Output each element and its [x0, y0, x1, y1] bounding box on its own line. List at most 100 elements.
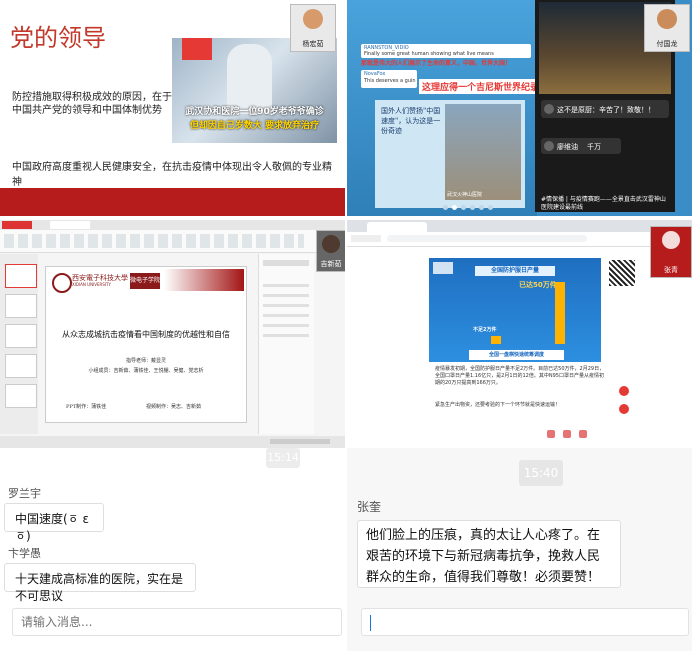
message-sender: 卞学愚 — [8, 547, 41, 560]
reply-text: This deserves a guinness record — [364, 78, 416, 84]
livestream-comment: 廖维油 千万 — [541, 138, 621, 154]
qr-code — [609, 260, 635, 286]
article-paragraph: 紧急生产出物资，还要考验的下一个环节就是快速运输！ — [435, 402, 561, 408]
participant-name: 杨宏茹 — [302, 40, 324, 48]
comment-translation: 那就是伟大的人们展示了生命的意义，中国，世界大国！ — [361, 60, 512, 67]
message-input[interactable] — [361, 608, 689, 636]
infographic-image: 全国防护服日产量 已达50万件 不足2万件 全国一盘棋快速统筹调度 — [429, 258, 601, 362]
ribbon-icons[interactable] — [4, 234, 304, 248]
slide-thumbnail[interactable] — [5, 354, 37, 378]
message-bubble[interactable]: 他们脸上的压痕，真的太让人心疼了。在艰苦的环境下与新冠病毒抗争，挽救人民群众的生… — [357, 520, 621, 588]
university-seal — [52, 273, 72, 293]
slide-thumbnails[interactable] — [0, 254, 38, 434]
faculty-logo: 微电子学院 — [130, 273, 160, 289]
avatar — [657, 9, 677, 29]
university-name-en: XIDIAN UNIVERSITY — [72, 282, 111, 287]
shared-slide-panel: 党的领导 防控措施取得积极成效的原因，在于 中国共产党的领导和中国体制优势 中国… — [0, 0, 345, 216]
like-icon[interactable] — [547, 430, 555, 438]
participant-name: 张青 — [664, 266, 678, 274]
comment-card: RANNSTON_VIDIO Finally some great human … — [361, 44, 531, 58]
livestream-comment-text: 这不是原厨：辛苦了！致敬！！ — [557, 106, 655, 114]
app-logo — [2, 221, 32, 229]
infographic-title: 全国防护服日产量 — [475, 266, 555, 276]
share-icon[interactable] — [619, 386, 629, 396]
url-field[interactable] — [387, 235, 587, 242]
participant-name: 吉新茹 — [320, 260, 342, 268]
slide-text-line: 中国共产党的领导和中国体制优势 — [12, 105, 162, 116]
slide-thumbnail[interactable] — [5, 264, 37, 288]
slide-text-line: 中国政府高度重视人民健康安全，在抗击疫情中体现出令人敬佩的专业精神 — [12, 162, 332, 188]
book-text: 国外人们赞扬"中国速度"，认为这是一份奇迹 — [381, 107, 441, 135]
chat-timestamp: 15:14 — [266, 448, 300, 468]
livestream-title: #情保播 | 与疫情赛跑——全景直击武汉雷神山医院建设最前线 — [541, 196, 666, 211]
bar-after — [555, 282, 565, 344]
news-logo — [182, 38, 212, 60]
browser-tab[interactable] — [367, 222, 427, 232]
participant-video[interactable]: 吉新茹 — [316, 230, 345, 272]
participant-video[interactable]: 杨宏茹 — [290, 4, 336, 52]
photo-caption: 武汉协和医院一位90岁老爷爷确诊 — [185, 107, 324, 117]
ppt-credit: PPT制作：蒲铁佳 — [66, 404, 107, 410]
bottom-toolbar[interactable] — [547, 430, 627, 440]
infographic-small-value: 不足2万件 — [473, 327, 497, 333]
slide-canvas[interactable]: 西安電子科技大學 XIDIAN UNIVERSITY 微电子学院 从众志成城抗击… — [45, 266, 247, 423]
inset-caption: 武汉火神山医院 — [447, 192, 483, 198]
bar-before — [491, 336, 501, 344]
favorite-icon[interactable] — [579, 430, 587, 438]
overlay-banner: 这理应得一个吉尼斯世界纪录 — [419, 79, 543, 94]
participant-name: 付国龙 — [656, 40, 678, 48]
browser-tabbar — [347, 220, 692, 232]
members-line: 小组成员：吉新茹、蒲铁佳、王悦棚、吴健、党志析 — [88, 368, 204, 374]
slide-title: 党的领导 — [10, 24, 106, 52]
zoom-slider[interactable] — [270, 439, 330, 444]
chat-panel-left: 15:14 罗兰宇 中国速度(ㆆ ε ㆆ) 卞学愚 十天建成高标准的医院，实在是… — [0, 448, 345, 651]
infographic-big-value: 已达50万件 — [519, 281, 557, 289]
header-stripe — [164, 269, 244, 291]
slide-thumbnail[interactable] — [5, 324, 37, 348]
home-icon[interactable] — [619, 404, 629, 414]
cctv-logo — [433, 262, 453, 274]
panel-header — [263, 260, 309, 266]
chat-timestamp: 15:40 — [519, 460, 563, 486]
avatar — [303, 9, 323, 29]
ribbon-toolbar[interactable] — [0, 230, 345, 253]
slide-footer-bar — [0, 188, 345, 216]
text-cursor — [370, 615, 371, 631]
reply-card: NovaFox This deserves a guinness record — [361, 70, 417, 88]
status-bar — [0, 436, 345, 448]
slide-indicator[interactable] — [443, 205, 493, 210]
participant-video[interactable]: 张青 — [650, 226, 692, 278]
message-sender: 张奎 — [357, 500, 382, 514]
participant-video[interactable]: 付国龙 — [644, 4, 690, 52]
comment-icon[interactable] — [563, 430, 571, 438]
avatar — [322, 235, 340, 253]
presentation-title: 从众志成城抗击疫情看中国制度的优越性和自信 — [62, 330, 230, 339]
photo-caption: 但却因自己岁数大 要求放弃治疗 — [189, 121, 320, 131]
infographic-footer: 全国一盘棋快速统筹调度 — [469, 350, 564, 360]
message-sender: 罗兰宇 — [8, 487, 41, 500]
properties-panel[interactable] — [258, 254, 314, 434]
message-bubble[interactable]: 十天建成高标准的医院，实在是不可思议 — [4, 563, 196, 603]
book-page: 国外人们赞扬"中国速度"，认为这是一份奇迹 武汉火神山医院 — [375, 100, 525, 208]
message-bubble[interactable]: 中国速度(ㆆ ε ㆆ) — [4, 503, 104, 543]
livestream-comment-text: 千万 — [587, 143, 601, 151]
article-paragraph: 疫情暴发初期，全国防护服日产量不足2万件。目前已达50万件，2月29日，全国口罩… — [435, 366, 605, 386]
document-tab[interactable] — [50, 221, 90, 229]
nav-buttons[interactable] — [351, 235, 381, 242]
message-input[interactable] — [12, 608, 342, 636]
livestream-comment-author: 廖维油 — [557, 143, 578, 151]
comment-text: Finally some great human showing what li… — [364, 51, 494, 57]
address-bar[interactable] — [347, 232, 692, 247]
video-credit: 视频制作：吴志、吉新茹 — [146, 404, 202, 410]
shared-video-panel: RANNSTON_VIDIO Finally some great human … — [347, 0, 692, 216]
panel-options[interactable] — [263, 284, 309, 344]
slide-thumbnail[interactable] — [5, 384, 37, 408]
shared-browser-panel: 全国防护服日产量 已达50万件 不足2万件 全国一盘棋快速统筹调度 疫情暴发初期… — [347, 220, 692, 448]
inset-photo: 武汉火神山医院 — [445, 104, 521, 200]
avatar — [662, 231, 680, 249]
livestream-comment: 这不是原厨：辛苦了！致敬！！ — [541, 100, 669, 118]
app-tabbar — [0, 220, 345, 230]
slide-thumbnail[interactable] — [5, 294, 37, 318]
shared-presentation-panel: 西安電子科技大學 XIDIAN UNIVERSITY 微电子学院 从众志成城抗击… — [0, 220, 345, 448]
news-photo: 武汉协和医院一位90岁老爷爷确诊 但却因自己岁数大 要求放弃治疗 — [172, 38, 337, 143]
